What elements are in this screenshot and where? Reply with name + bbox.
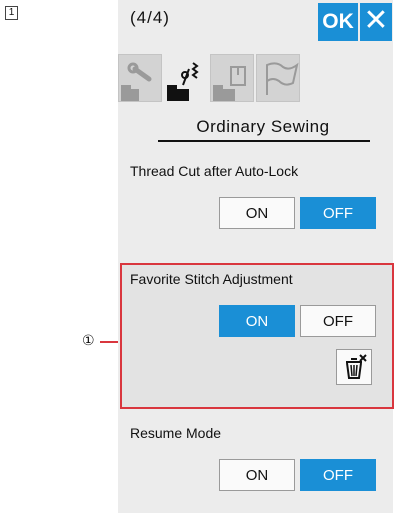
- callout-line: [100, 341, 120, 343]
- close-button[interactable]: ✕: [360, 3, 392, 41]
- callout-marker: ①: [82, 332, 95, 348]
- close-icon: ✕: [363, 4, 389, 37]
- tab-embroidery-settings[interactable]: [210, 54, 254, 102]
- resume-mode-label: Resume Mode: [130, 425, 222, 441]
- thread-cut-label: Thread Cut after Auto-Lock: [130, 163, 299, 179]
- tab-machine-settings[interactable]: [118, 54, 162, 102]
- page-counter: (4/4): [130, 8, 170, 27]
- resume-on-button[interactable]: ON: [219, 459, 295, 491]
- document-machine-icon: [213, 66, 246, 101]
- mode-title-underline: [158, 140, 370, 142]
- ok-button[interactable]: OK: [318, 3, 358, 41]
- mode-tabs: [118, 54, 393, 104]
- tab-sewing-settings[interactable]: [164, 54, 208, 102]
- thread-cut-on-button[interactable]: ON: [219, 197, 295, 229]
- favorite-highlight-frame: [120, 263, 394, 409]
- step-number-badge: 1: [5, 6, 18, 20]
- tab-language-settings[interactable]: [256, 54, 300, 102]
- flag-icon: [266, 62, 299, 95]
- sewing-stitch-icon: [167, 62, 199, 101]
- settings-panel: (4/4) OK ✕ Ordinary Sewing Thread Cut af…: [118, 0, 394, 513]
- mode-title: Ordinary Sewing: [196, 117, 330, 136]
- wrench-machine-icon: [121, 62, 152, 101]
- thread-cut-off-button[interactable]: OFF: [300, 197, 376, 229]
- resume-off-button[interactable]: OFF: [300, 459, 376, 491]
